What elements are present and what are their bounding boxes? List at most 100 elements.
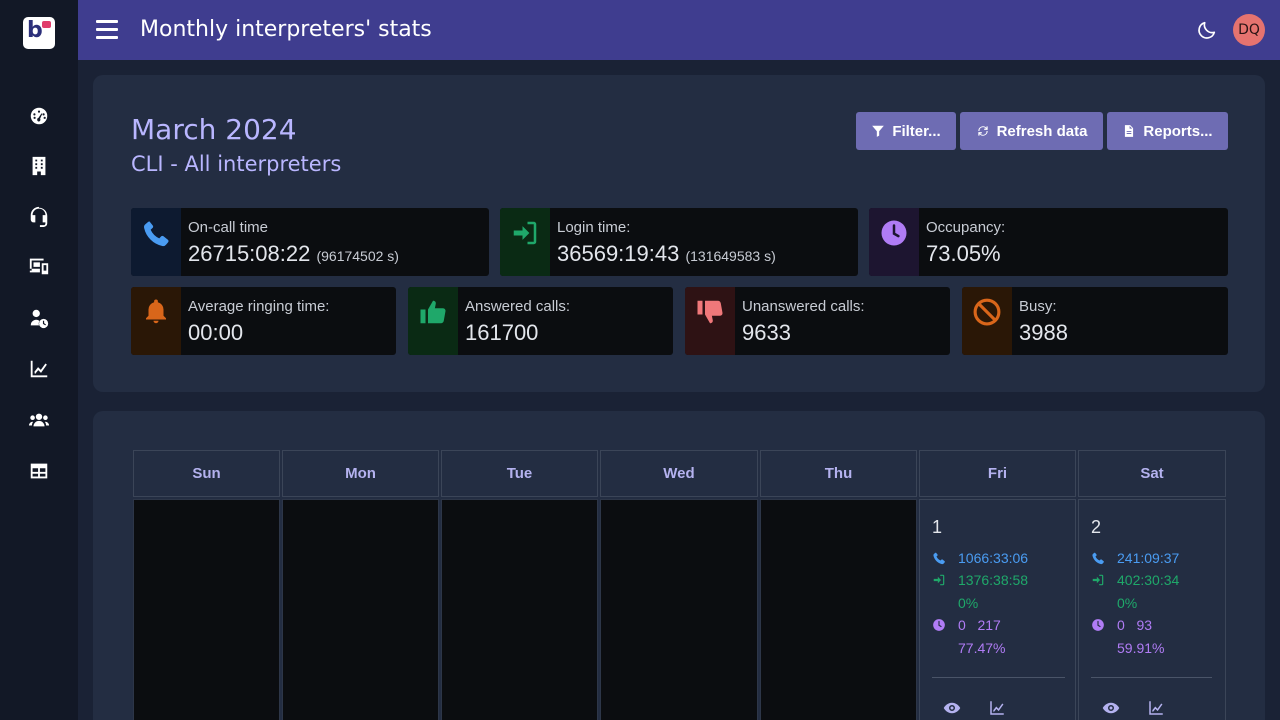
line-chart-icon[interactable] <box>1147 699 1165 717</box>
day-login-value: 1376:38:58 <box>958 572 1029 588</box>
sidebar-item-user-clock[interactable] <box>0 298 78 338</box>
stat-label: Busy: <box>1019 298 1057 315</box>
calendar-card: Sun Mon Tue Wed Thu Fri Sat 1 1066:33:06… <box>93 411 1265 720</box>
clock-icon <box>933 619 945 631</box>
day-occ-b: 217 <box>977 617 1001 633</box>
refresh-button-label: Refresh data <box>996 122 1088 140</box>
stat-label: Average ringing time: <box>188 298 330 315</box>
clock-icon <box>881 220 907 246</box>
divider <box>932 677 1065 678</box>
day-number: 2 <box>1091 517 1102 537</box>
stat-value: 36569:19:43 (131649583 s) <box>557 241 776 267</box>
stat-value: 73.05% <box>926 241 1001 266</box>
sign-in-icon <box>1092 574 1104 586</box>
sidebar-item-dashboard[interactable] <box>0 96 78 136</box>
stat-label: On-call time <box>188 219 269 236</box>
sidebar-item-users[interactable] <box>0 400 78 440</box>
headset-icon <box>30 206 48 227</box>
day-occ-b: 93 <box>1136 617 1153 633</box>
dashboard-gauge-icon <box>30 107 48 125</box>
page-title: Monthly interpreters' stats <box>140 17 432 42</box>
empty-day-cell <box>600 499 758 720</box>
day-occupancy-values: 0 93 <box>1117 617 1152 633</box>
day-login-pct-value: 0% <box>1117 595 1138 611</box>
refresh-icon <box>977 126 988 136</box>
day-oncall-value: 241:09:37 <box>1117 550 1180 566</box>
thumbs-down-icon <box>697 300 723 324</box>
stat-label: Login time: <box>557 219 631 236</box>
oncall-seconds: (96174502 s) <box>316 248 399 264</box>
oncall-value: 26715:08:22 <box>188 241 311 266</box>
divider <box>1091 677 1212 678</box>
day-header-fri: Fri <box>919 450 1076 497</box>
login-seconds: (131649583 s) <box>685 248 776 264</box>
users-icon <box>28 413 50 427</box>
stat-value: 161700 <box>465 320 539 345</box>
sidebar-item-charts[interactable] <box>0 349 78 389</box>
top-header: Monthly interpreters' stats DQ <box>78 0 1280 60</box>
table-icon <box>30 463 48 479</box>
login-value: 36569:19:43 <box>557 241 680 266</box>
stat-login-time: Login time: 36569:19:43 (131649583 s) <box>500 208 858 276</box>
sign-in-icon <box>933 574 945 586</box>
sidebar-item-devices[interactable] <box>0 246 78 286</box>
empty-day-cell <box>133 499 280 720</box>
user-avatar[interactable]: DQ <box>1233 14 1265 46</box>
line-chart-icon <box>30 360 48 378</box>
refresh-data-button[interactable]: Refresh data <box>960 112 1103 150</box>
thumbs-up-icon <box>420 300 446 324</box>
reports-button-label: Reports... <box>1143 122 1213 140</box>
month-title: March 2024 <box>131 113 297 146</box>
filter-button-label: Filter... <box>892 122 941 140</box>
day-login-pct-value: 0% <box>958 595 979 611</box>
app-logo[interactable]: b <box>23 17 55 49</box>
day-occ-a: 0 <box>1117 617 1125 633</box>
sidebar: b <box>0 0 78 720</box>
stat-label: Answered calls: <box>465 298 571 315</box>
day-occ-a: 0 <box>958 617 966 633</box>
line-chart-icon[interactable] <box>988 699 1006 717</box>
reports-button[interactable]: Reports... <box>1107 112 1228 150</box>
day-occupancy-values: 0 217 <box>958 617 1001 633</box>
sidebar-item-table[interactable] <box>0 451 78 491</box>
phone-icon <box>1092 552 1104 565</box>
filter-button[interactable]: Filter... <box>856 112 956 150</box>
stat-unanswered-calls: Unanswered calls: 9633 <box>685 287 950 355</box>
day-occ-pct-value: 77.47% <box>958 640 1006 656</box>
hamburger-menu-icon[interactable] <box>96 20 118 40</box>
empty-day-cell <box>760 499 917 720</box>
clock-icon <box>1092 619 1104 631</box>
sidebar-item-buildings[interactable] <box>0 146 78 186</box>
day-number: 1 <box>932 517 943 537</box>
filter-icon <box>872 125 885 137</box>
building-icon <box>32 156 46 176</box>
phone-icon <box>144 221 169 247</box>
summary-card: March 2024 CLI - All interpreters Filter… <box>93 75 1265 392</box>
day-header-wed: Wed <box>600 450 758 497</box>
ban-icon <box>973 298 1001 326</box>
dark-mode-moon-icon[interactable] <box>1196 19 1218 41</box>
document-icon <box>1125 125 1134 137</box>
eye-icon[interactable] <box>943 699 961 717</box>
stat-value: 9633 <box>742 320 791 345</box>
stat-value: 26715:08:22 (96174502 s) <box>188 241 399 267</box>
stat-label: Unanswered calls: <box>742 298 865 315</box>
phone-icon <box>933 552 945 565</box>
stat-label: Occupancy: <box>926 219 1006 236</box>
eye-icon[interactable] <box>1102 699 1120 717</box>
day-header-tue: Tue <box>441 450 598 497</box>
bell-icon <box>146 299 166 324</box>
day-occ-pct-value: 59.91% <box>1117 640 1165 656</box>
day-cell-1: 1 1066:33:06 1376:38:58 0% 0 217 77.47% <box>919 499 1076 720</box>
stat-oncall-time: On-call time 26715:08:22 (96174502 s) <box>131 208 489 276</box>
scope-subtitle: CLI - All interpreters <box>131 152 342 176</box>
day-header-thu: Thu <box>760 450 917 497</box>
stat-value: 00:00 <box>188 320 244 345</box>
stat-value: 3988 <box>1019 320 1068 345</box>
stat-busy: Busy: 3988 <box>962 287 1228 355</box>
stat-answered-calls: Answered calls: 161700 <box>408 287 673 355</box>
stat-average-ringing: Average ringing time: 00:00 <box>131 287 396 355</box>
empty-day-cell <box>282 499 439 720</box>
day-oncall-value: 1066:33:06 <box>958 550 1029 566</box>
sidebar-item-headset[interactable] <box>0 196 78 236</box>
